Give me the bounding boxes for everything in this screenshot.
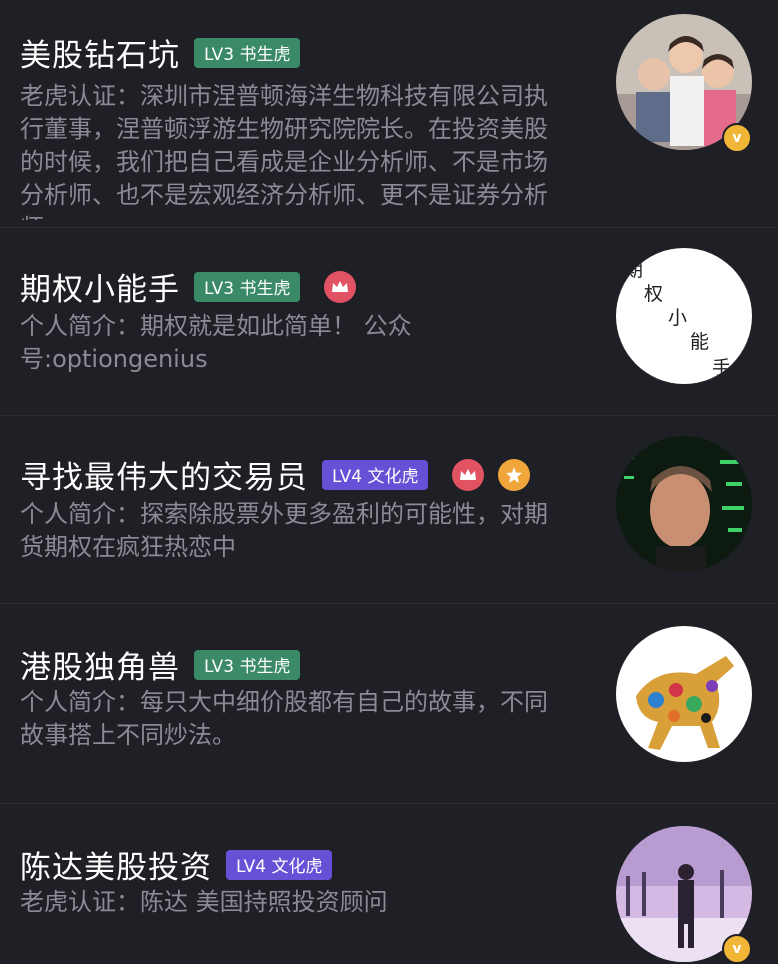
name-row: 港股独角兽 LV3 书生虎 — [20, 642, 301, 687]
name-row: 期权小能手 LV3 书生虎 — [20, 264, 357, 309]
avatar[interactable]: 期 权 小 能 手 — [616, 248, 752, 384]
level-badge: LV4 文化虎 — [226, 849, 333, 880]
level-badge: LV3 书生虎 — [194, 649, 301, 680]
avatar[interactable] — [616, 436, 752, 572]
list-item[interactable]: 寻找最伟大的交易员 LV4 文化虎 个人简介：探索除股票外更多盈利的可能性，对期… — [0, 416, 778, 604]
crown-icon — [452, 458, 485, 491]
user-description: 个人简介：期权就是如此简单！ 公众号:optiongenius — [20, 312, 412, 373]
verified-icon: v — [722, 123, 752, 153]
name-row: 陈达美股投资 LV4 文化虎 — [20, 842, 333, 887]
avatar-char: 小 — [668, 307, 687, 329]
avatar[interactable] — [616, 626, 752, 762]
verified-icon: v — [722, 934, 752, 964]
list-item[interactable]: 美股钻石坑 LV3 书生虎 老虎认证：深圳市涅普顿海洋生物科技有限公司执行董事，… — [0, 0, 778, 228]
avatar-char: 能 — [690, 331, 709, 353]
user-description: 个人简介：每只大中细价股都有自己的故事，不同故事搭上不同炒法。 — [20, 688, 548, 749]
star-icon — [498, 458, 531, 491]
user-description: 个人简介：探索除股票外更多盈利的可能性，对期货期权在疯狂热恋中 — [20, 500, 548, 561]
level-badge: LV4 文化虎 — [322, 459, 429, 490]
user-description: 老虎认证：深圳市涅普顿海洋生物科技有限公司执行董事，涅普顿浮游生物研究院院长。在… — [20, 82, 548, 220]
crown-icon — [324, 270, 357, 303]
user-name[interactable]: 美股钻石坑 — [20, 30, 180, 75]
user-list: 美股钻石坑 LV3 书生虎 老虎认证：深圳市涅普顿海洋生物科技有限公司执行董事，… — [0, 0, 778, 964]
level-badge: LV3 书生虎 — [194, 271, 301, 302]
user-name[interactable]: 期权小能手 — [20, 264, 180, 309]
user-name[interactable]: 陈达美股投资 — [20, 842, 212, 887]
level-badge: LV3 书生虎 — [194, 37, 301, 68]
list-item[interactable]: 陈达美股投资 LV4 文化虎 老虎认证：陈达 美国持照投资顾问 v — [0, 804, 778, 964]
avatar-char: 权 — [644, 283, 663, 305]
list-item[interactable]: 期权小能手 LV3 书生虎 个人简介：期权就是如此简单！ 公众号:optiong… — [0, 228, 778, 416]
name-row: 美股钻石坑 LV3 书生虎 — [20, 30, 301, 75]
name-row: 寻找最伟大的交易员 LV4 文化虎 — [20, 452, 531, 497]
user-description: 老虎认证：陈达 美国持照投资顾问 — [20, 888, 388, 916]
user-name[interactable]: 港股独角兽 — [20, 642, 180, 687]
avatar-char: 期 — [624, 259, 643, 281]
user-name[interactable]: 寻找最伟大的交易员 — [20, 452, 308, 497]
avatar-char: 手 — [712, 357, 731, 379]
list-item[interactable]: 港股独角兽 LV3 书生虎 个人简介：每只大中细价股都有自己的故事，不同故事搭上… — [0, 604, 778, 804]
